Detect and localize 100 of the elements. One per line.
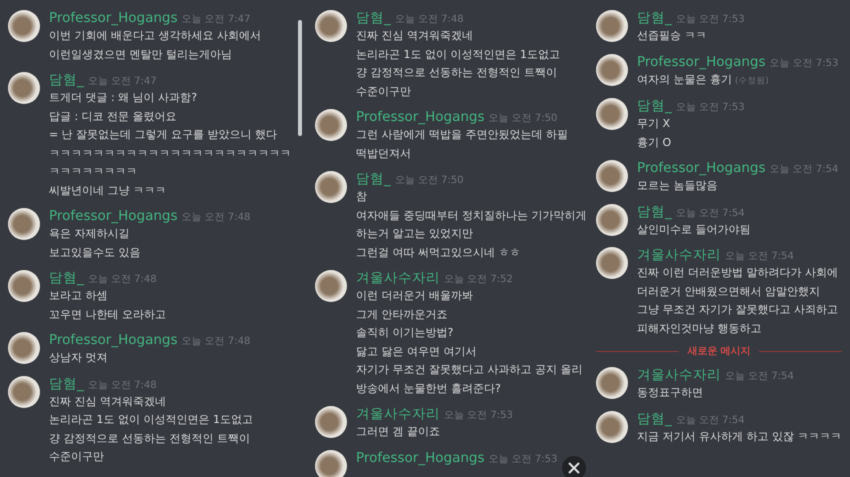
avatar[interactable] bbox=[596, 98, 628, 130]
edited-label: (수정됨) bbox=[735, 76, 769, 86]
message-text: 걍 감정적으로 선동하는 전형적인 트짹이 bbox=[356, 66, 557, 79]
timestamp: 오늘 오전 7:53 bbox=[676, 101, 745, 115]
username[interactable]: 담혐_ bbox=[49, 71, 84, 89]
message-text: 살인미수로 들어가야됨 bbox=[637, 222, 750, 236]
message-text: ㅋㅋㅋㅋㅋㅋㅋㅋㅋㅋㅋㅋㅋㅋㅋㅋㅋㅋㅋㅋㅋㅋ bbox=[49, 146, 291, 160]
avatar[interactable] bbox=[315, 450, 347, 477]
username[interactable]: 담혐_ bbox=[637, 9, 672, 27]
avatar[interactable] bbox=[315, 406, 347, 438]
message-text: 보고있을수도 있음 bbox=[49, 246, 140, 258]
message-text: 떡밥던져서 bbox=[356, 146, 411, 160]
message-text: = 난 잘못없는데 그렇게 요구를 받았으니 했다 bbox=[49, 128, 278, 141]
timestamp: 오늘 오전 7:53 bbox=[444, 409, 513, 423]
timestamp: 오늘 오전 7:47 bbox=[88, 75, 157, 89]
timestamp: 오늘 오전 7:48 bbox=[88, 378, 157, 392]
message-text: 모르는 놈들많음 bbox=[637, 179, 718, 192]
avatar[interactable] bbox=[8, 332, 40, 364]
username[interactable]: 담혐_ bbox=[356, 9, 391, 27]
message-text: 하는거 알고는 있었지만 bbox=[356, 227, 473, 240]
message-text: 진짜 이런 더러운방법 말하려다가 사회에 bbox=[637, 266, 838, 279]
timestamp: 오늘 오전 7:54 bbox=[676, 414, 745, 428]
timestamp: 오늘 오전 7:48 bbox=[182, 335, 250, 349]
username[interactable]: 담혐_ bbox=[637, 202, 672, 220]
message-text: 논리라곤 1도 없이 이성적인면은 1도없고 bbox=[49, 413, 253, 426]
message-text: 그런 사람에게 떡밥을 주면안됬었는데 하필 bbox=[356, 128, 568, 141]
message-text: 답글 : 디코 전문 올렸어요 bbox=[49, 110, 177, 122]
message-text: 솔직히 이기는방법? bbox=[356, 326, 454, 339]
close-button[interactable] bbox=[562, 456, 586, 477]
message-text: 그게 안타까운거죠 bbox=[356, 308, 448, 320]
message-text: 방송에서 눈물한번 흘려준다? bbox=[356, 382, 501, 394]
message-text: 상남자 멋져 bbox=[49, 351, 108, 364]
username[interactable]: 담혐_ bbox=[49, 374, 84, 392]
username[interactable]: Professor_Hogangs bbox=[49, 9, 178, 27]
username[interactable]: Professor_Hogangs bbox=[637, 159, 766, 177]
username[interactable]: 겨울사수자리 bbox=[356, 269, 440, 287]
message-text: 그러면 겜 끝이죠 bbox=[356, 425, 440, 438]
timestamp: 오늘 오전 7:54 bbox=[676, 206, 745, 220]
message-text: 논리라곤 1도 없이 이성적인면은 1도없고 bbox=[356, 48, 560, 60]
message-text: 이런 더러운거 배울까봐 bbox=[356, 289, 473, 302]
scrollbar-thumb[interactable] bbox=[298, 20, 302, 136]
timestamp: 오늘 오전 7:54 bbox=[725, 370, 794, 384]
message-text: 선즙필승 ㅋㅋ bbox=[637, 29, 706, 42]
avatar[interactable] bbox=[8, 208, 40, 240]
timestamp: 오늘 오전 7:47 bbox=[182, 13, 250, 27]
avatar[interactable] bbox=[596, 410, 628, 442]
message-text: 여자애들 중딩때부터 정치질하나는 기가막히게 bbox=[356, 208, 586, 222]
close-icon bbox=[568, 462, 580, 474]
avatar[interactable] bbox=[8, 72, 40, 104]
timestamp: 오늘 오전 7:48 bbox=[182, 211, 250, 225]
avatar[interactable] bbox=[596, 247, 628, 279]
avatar[interactable] bbox=[315, 10, 347, 42]
timestamp: 오늘 오전 7:50 bbox=[394, 174, 464, 188]
avatar[interactable] bbox=[596, 10, 628, 42]
message-text: 무기 X bbox=[637, 117, 670, 130]
message-text: 지금 저기서 유사하게 하고 있잖 ㅋㅋㅋㅋ bbox=[637, 430, 842, 442]
avatar[interactable] bbox=[315, 270, 347, 302]
message-text: 꼬우면 나한테 오라하고 bbox=[49, 308, 166, 320]
timestamp: 오늘 오전 7:50 bbox=[488, 112, 558, 126]
new-messages-label: 새로운 메시지 bbox=[687, 345, 751, 359]
timestamp: 오늘 오전 7:54 bbox=[725, 250, 794, 264]
message-text: 피해자인것마냥 행동하고 bbox=[637, 322, 762, 334]
username[interactable]: 담혐_ bbox=[637, 97, 672, 115]
username[interactable]: Professor_Hogangs bbox=[356, 448, 485, 466]
message-text: 씨발년이네 그냥 ㅋㅋㅋ bbox=[49, 184, 166, 196]
timestamp: 오늘 오전 7:48 bbox=[394, 13, 464, 27]
username[interactable]: Professor_Hogangs bbox=[49, 331, 178, 349]
avatar[interactable] bbox=[8, 10, 40, 42]
avatar[interactable] bbox=[596, 160, 628, 192]
message-text: 욕은 자제하시길 bbox=[49, 227, 130, 240]
avatar[interactable] bbox=[8, 270, 40, 302]
message-text: 참 bbox=[356, 190, 367, 203]
username[interactable]: Professor_Hogangs bbox=[49, 207, 178, 225]
timestamp: 오늘 오전 7:53 bbox=[676, 13, 745, 27]
message-text: 보라고 하셈 bbox=[49, 289, 108, 302]
message-text: 더러운거 안배웠으면해서 암말안했지 bbox=[637, 284, 820, 298]
message-text: ㅋㅋㅋㅋㅋㅋㅋㅋ bbox=[49, 165, 137, 178]
username[interactable]: Professor_Hogangs bbox=[356, 108, 485, 126]
avatar[interactable] bbox=[596, 367, 628, 399]
message-text: 동정표구하면 bbox=[637, 386, 703, 399]
avatar[interactable] bbox=[596, 204, 628, 236]
message-text: 여자의 눈물은 흉기 bbox=[637, 72, 732, 86]
message-text: 닳고 닳은 여우면 여기서 bbox=[356, 344, 476, 358]
timestamp: 오늘 오전 7:53 bbox=[488, 452, 558, 466]
username[interactable]: 담혐_ bbox=[637, 410, 672, 428]
message-text: 진짜 진심 역겨워죽겠네 bbox=[49, 394, 166, 408]
username[interactable]: Professor_Hogangs bbox=[637, 52, 766, 70]
message-text: 흉기 O bbox=[637, 136, 672, 148]
username[interactable]: 겨울사수자리 bbox=[637, 246, 721, 264]
username[interactable]: 담혐_ bbox=[49, 269, 84, 287]
avatar[interactable] bbox=[8, 376, 40, 408]
timestamp: 오늘 오전 7:48 bbox=[88, 273, 157, 287]
avatar[interactable] bbox=[315, 109, 347, 141]
message-text: 수준이구만 bbox=[49, 450, 104, 463]
username[interactable]: 겨울사수자리 bbox=[356, 405, 440, 423]
avatar[interactable] bbox=[315, 171, 347, 203]
username[interactable]: 겨울사수자리 bbox=[637, 366, 721, 384]
avatar[interactable] bbox=[596, 54, 628, 86]
username[interactable]: 담혐_ bbox=[356, 170, 391, 188]
message-text: 수준이구만 bbox=[356, 84, 411, 98]
